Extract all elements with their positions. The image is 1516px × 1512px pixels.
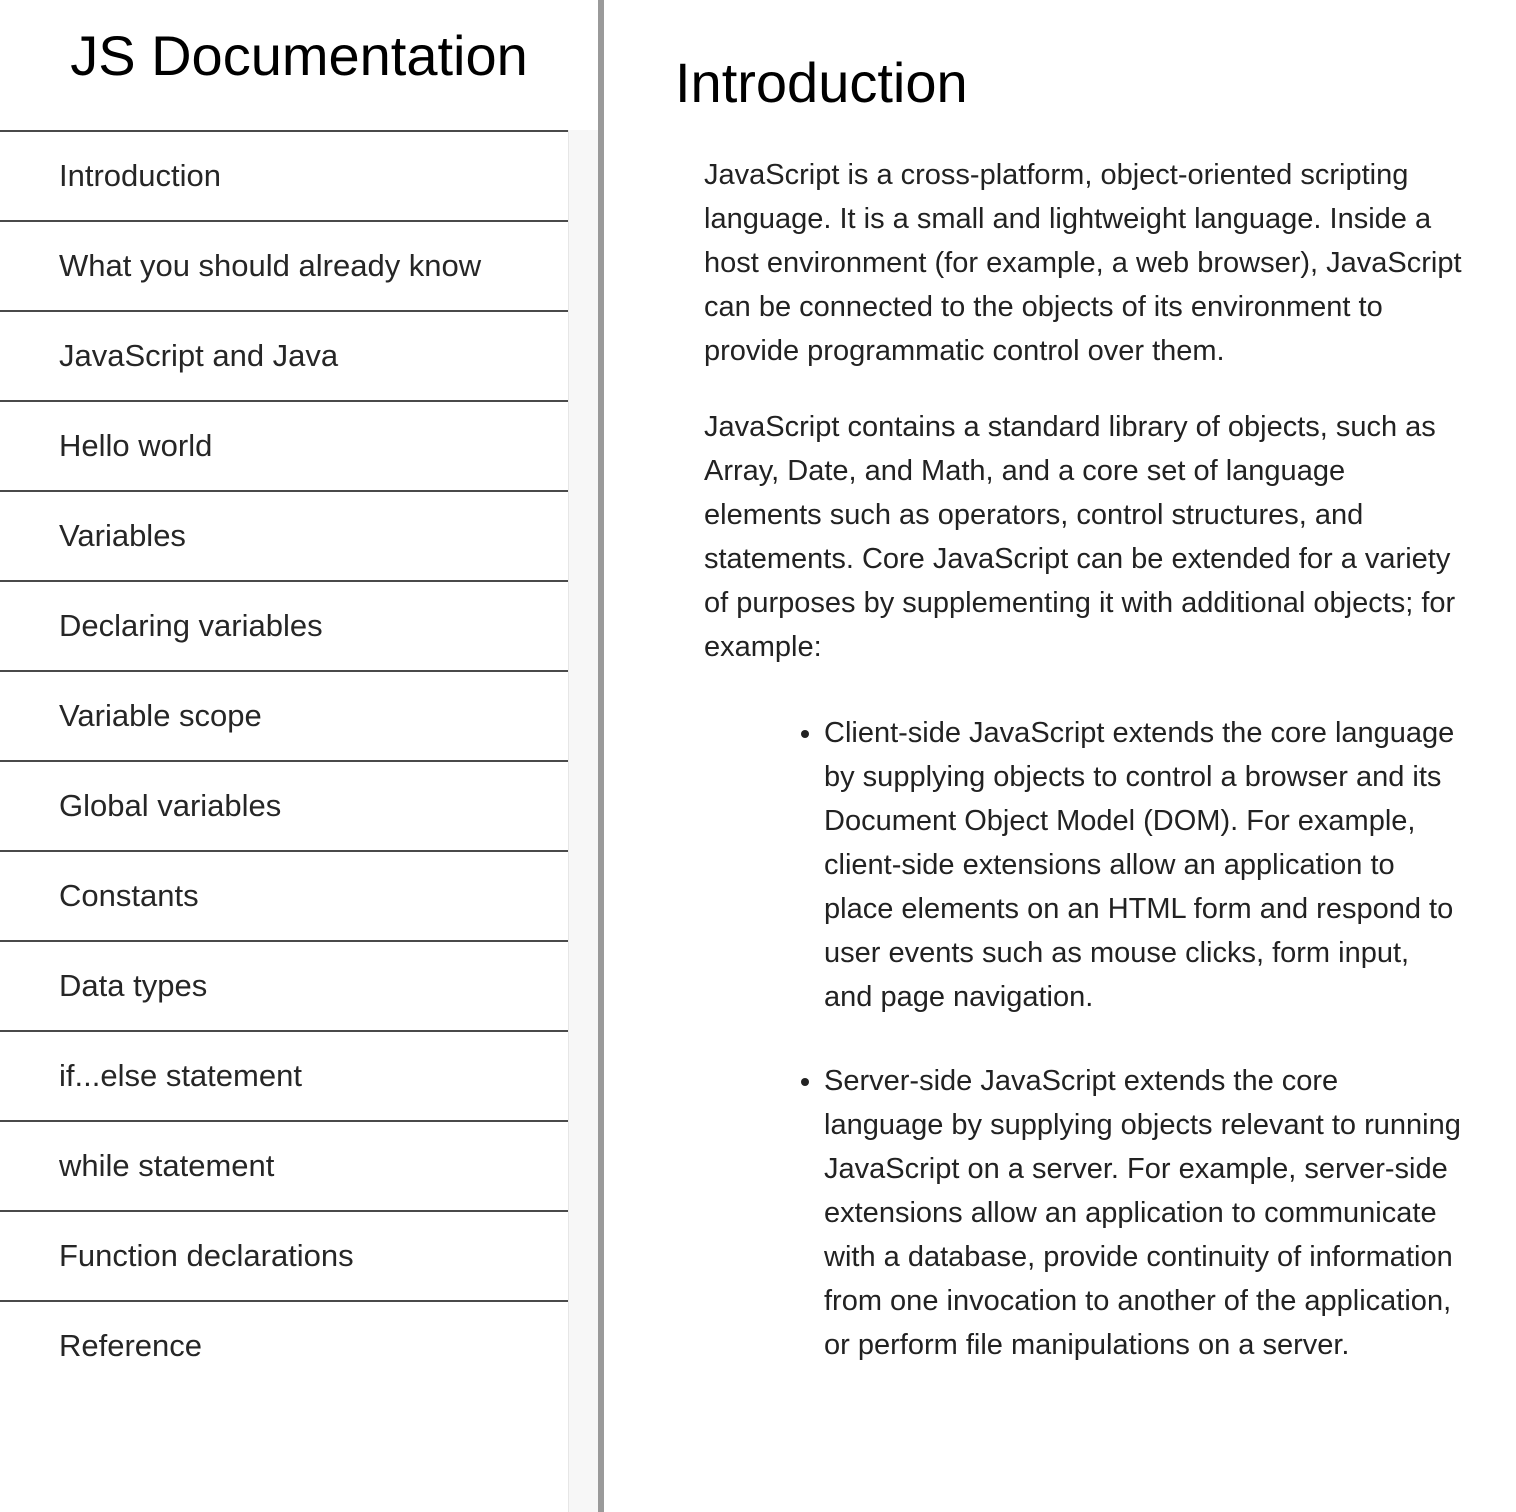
nav-link-label: if...else statement <box>59 1058 302 1093</box>
section-title: Introduction <box>675 51 968 114</box>
nav-link-constants[interactable]: Constants <box>0 850 568 940</box>
nav-link-introduction[interactable]: Introduction <box>0 130 568 220</box>
navbar: JS Documentation Introduction What you s… <box>0 0 598 1512</box>
nav-link-label: Declaring variables <box>59 608 323 643</box>
navbar-title: JS Documentation <box>70 24 528 87</box>
nav-link-label: Data types <box>59 968 208 1003</box>
nav-scrollbar-track[interactable] <box>568 130 598 1512</box>
nav-link-variables[interactable]: Variables <box>0 490 568 580</box>
section-content: JavaScript is a cross-platform, object-o… <box>704 153 1464 1407</box>
nav-link-variable-scope[interactable]: Variable scope <box>0 670 568 760</box>
nav-link-declaring-variables[interactable]: Declaring variables <box>0 580 568 670</box>
nav-link-label: Variables <box>59 518 186 553</box>
main-doc: Introduction JavaScript is a cross-platf… <box>604 0 1516 1512</box>
nav-link-label: Function declarations <box>59 1238 354 1273</box>
documentation-page: JS Documentation Introduction What you s… <box>0 0 1516 1512</box>
nav-link-hello-world[interactable]: Hello world <box>0 400 568 490</box>
nav-link-global-variables[interactable]: Global variables <box>0 760 568 850</box>
nav-link-label: Introduction <box>59 158 221 193</box>
nav-link-label: Constants <box>59 878 199 913</box>
nav-link-reference[interactable]: Reference <box>0 1300 568 1390</box>
navbar-header: JS Documentation <box>0 0 598 130</box>
nav-link-label: Hello world <box>59 428 213 463</box>
nav-link-while-statement[interactable]: while statement <box>0 1120 568 1210</box>
nav-link-label: Reference <box>59 1328 203 1363</box>
nav-scroll-area[interactable]: Introduction What you should already kno… <box>0 130 598 1512</box>
nav-link-javascript-and-java[interactable]: JavaScript and Java <box>0 310 568 400</box>
nav-link-label: JavaScript and Java <box>59 338 339 373</box>
list-item: Client-side JavaScript extends the core … <box>824 711 1464 1019</box>
nav-link-label: What you should already know <box>59 248 482 283</box>
bullet-list: Client-side JavaScript extends the core … <box>704 711 1464 1367</box>
nav-link-label: Variable scope <box>59 698 262 733</box>
nav-link-what-you-should-already-know[interactable]: What you should already know <box>0 220 568 310</box>
nav-link-function-declarations[interactable]: Function declarations <box>0 1210 568 1300</box>
paragraph: JavaScript is a cross-platform, object-o… <box>704 159 1462 367</box>
nav-list: Introduction What you should already kno… <box>0 130 568 1390</box>
nav-link-label: Global variables <box>59 788 282 823</box>
nav-link-if-else-statement[interactable]: if...else statement <box>0 1030 568 1120</box>
nav-link-label: while statement <box>59 1148 275 1183</box>
paragraph: JavaScript contains a standard library o… <box>704 411 1456 663</box>
nav-link-data-types[interactable]: Data types <box>0 940 568 1030</box>
list-item: Server-side JavaScript extends the core … <box>824 1059 1464 1367</box>
